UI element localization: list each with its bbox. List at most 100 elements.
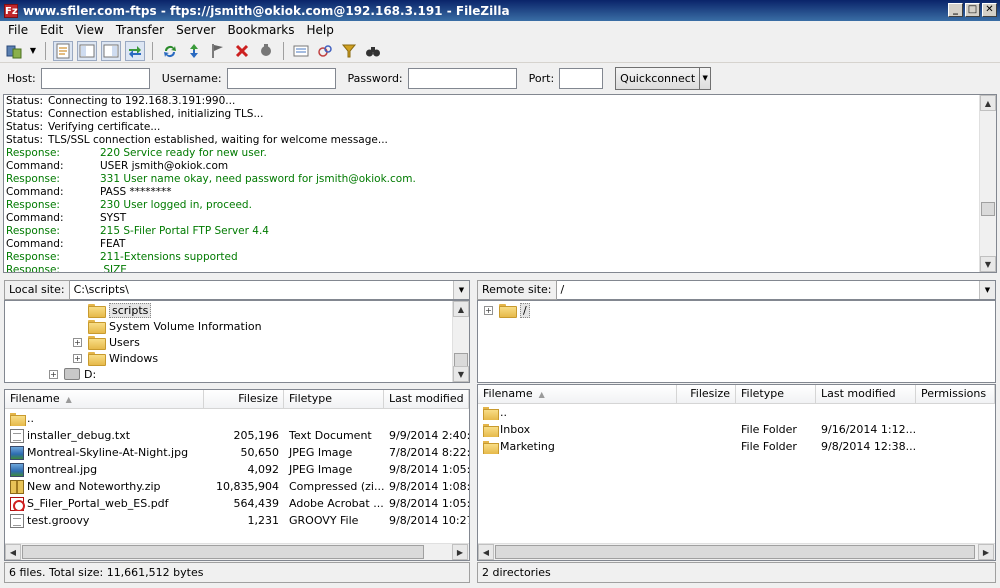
host-input[interactable]	[40, 67, 150, 89]
file-name: Montreal-Skyline-At-Night.jpg	[27, 446, 189, 459]
transfer-queue-icon[interactable]	[125, 40, 145, 61]
file-row[interactable]: Marketing File Folder 9/8/2014 12:38...	[478, 438, 995, 455]
minimize-button[interactable]: _	[948, 3, 963, 17]
process-queue-icon[interactable]	[184, 41, 204, 61]
message-log-icon[interactable]	[53, 40, 73, 61]
remote-tree-icon[interactable]	[101, 40, 121, 61]
toolbar: ▼	[0, 39, 1000, 63]
file-row[interactable]: installer_debug.txt 205,196 Text Document 9…	[5, 427, 469, 444]
scroll-down-icon[interactable]: ▼	[453, 366, 469, 382]
file-row[interactable]: test.groovy 1,231 GROOVY File 9/8/2014 10:2…	[5, 512, 469, 529]
scroll-left-icon[interactable]: ◀	[478, 544, 494, 560]
file-row[interactable]: Montreal-Skyline-At-Night.jpg 50,650 JPEG …	[5, 444, 469, 461]
tree-item[interactable]: System Volume Information	[73, 318, 262, 334]
scrollbar-thumb[interactable]	[981, 202, 995, 216]
column-header-filename[interactable]: Filename ▲	[5, 390, 204, 409]
column-header-last-modified[interactable]: Last modified	[816, 385, 916, 404]
username-input[interactable]	[226, 67, 336, 89]
filter-icon[interactable]	[339, 41, 359, 61]
local-tree-icon[interactable]	[77, 40, 97, 61]
log-type: Status:	[6, 134, 43, 146]
log-line: Response: 230 User logged in, proceed.	[4, 199, 996, 212]
remote-path-combo[interactable]: / ▼	[556, 280, 996, 300]
tree-item[interactable]: scripts	[73, 302, 152, 318]
file-modified-cell: 9/8/2014 1:05:2	[389, 497, 469, 510]
log-message: Verifying certificate...	[48, 121, 161, 133]
refresh-icon[interactable]	[160, 41, 180, 61]
log-line: Status: Verifying certificate...	[4, 121, 996, 134]
local-file-list-hscrollbar[interactable]: ◀ ▶	[5, 543, 469, 560]
scroll-down-icon[interactable]: ▼	[980, 256, 996, 272]
local-tree-scrollbar[interactable]: ▲ ▼	[452, 301, 469, 382]
quickconnect-button[interactable]: Quickconnect	[615, 66, 701, 90]
menu-bookmarks[interactable]: Bookmarks	[221, 23, 300, 37]
expand-icon[interactable]: +	[73, 353, 82, 363]
tree-item-label: D:	[84, 367, 97, 381]
scroll-right-icon[interactable]: ▶	[452, 544, 468, 560]
file-type-cell: Text Document	[289, 429, 372, 442]
expand-icon[interactable]: +	[49, 369, 58, 379]
drive-icon	[64, 368, 80, 380]
column-header-filename[interactable]: Filename ▲	[478, 385, 677, 404]
column-header-filesize[interactable]: Filesize	[677, 385, 736, 404]
close-button[interactable]: ✕	[982, 3, 997, 17]
port-input[interactable]	[559, 67, 604, 89]
scroll-left-icon[interactable]: ◀	[5, 544, 21, 560]
column-header-filetype[interactable]: Filetype	[284, 390, 384, 409]
local-path-combo[interactable]: C:\scripts\ ▼	[69, 280, 470, 300]
disconnect-icon[interactable]	[256, 41, 276, 61]
file-row[interactable]: New and Noteworthy.zip 10,835,904 Compress…	[5, 478, 469, 495]
column-header-filesize[interactable]: Filesize	[204, 390, 284, 409]
menu-file[interactable]: File	[2, 23, 34, 37]
column-header-permissions[interactable]: Permissions	[916, 385, 995, 404]
scrollbar-thumb[interactable]	[454, 353, 468, 367]
column-header-last-modified[interactable]: Last modified	[384, 390, 469, 409]
site-manager-icon[interactable]	[4, 41, 24, 61]
directory-filter-flag-icon[interactable]	[208, 41, 228, 61]
tree-item[interactable]: + Windows	[73, 350, 158, 366]
log-type: Response:	[6, 199, 60, 211]
folder-icon	[88, 352, 106, 366]
chevron-down-icon[interactable]: ▼	[453, 281, 469, 299]
quickconnect-dropdown-icon[interactable]: ▼	[700, 66, 712, 90]
sync-browse-icon[interactable]	[315, 41, 335, 61]
file-name-cell: ..	[478, 406, 677, 420]
file-row[interactable]: ..	[5, 410, 469, 427]
expand-icon[interactable]: +	[73, 337, 82, 347]
file-modified-cell: 9/8/2014 10:27:0	[389, 514, 469, 527]
file-name-cell: montreal.jpg	[5, 462, 204, 477]
column-header-filetype[interactable]: Filetype	[736, 385, 816, 404]
search-binoculars-icon[interactable]	[363, 41, 383, 61]
scroll-up-icon[interactable]: ▲	[980, 95, 996, 111]
tree-item[interactable]: + /	[484, 302, 530, 318]
host-label: Host:	[7, 71, 36, 85]
file-row[interactable]: montreal.jpg 4,092 JPEG Image 9/8/2014 1:05…	[5, 461, 469, 478]
password-input[interactable]	[407, 67, 517, 89]
file-row[interactable]: Inbox File Folder 9/16/2014 1:12...	[478, 421, 995, 438]
scrollbar-thumb[interactable]	[22, 545, 424, 559]
maximize-button[interactable]: □	[965, 3, 980, 17]
menu-help[interactable]: Help	[301, 23, 340, 37]
column-header-label: Filesize	[690, 387, 730, 400]
cancel-icon[interactable]	[232, 41, 252, 61]
remote-file-list-hscrollbar[interactable]: ◀ ▶	[478, 543, 995, 560]
expand-icon[interactable]: +	[484, 305, 493, 315]
scroll-up-icon[interactable]: ▲	[453, 301, 469, 317]
tree-item[interactable]: + Users	[73, 334, 140, 350]
menu-transfer[interactable]: Transfer	[110, 23, 170, 37]
site-manager-dropdown-icon[interactable]: ▼	[28, 41, 38, 61]
file-row[interactable]: ..	[478, 404, 995, 421]
tree-item[interactable]: + D:	[49, 366, 96, 382]
compare-icon[interactable]	[291, 41, 311, 61]
scroll-right-icon[interactable]: ▶	[978, 544, 994, 560]
remote-directory-tree: + /	[477, 300, 996, 383]
log-line: Command: PASS ********	[4, 186, 996, 199]
menu-server[interactable]: Server	[170, 23, 221, 37]
scrollbar-thumb[interactable]	[495, 545, 975, 559]
menu-edit[interactable]: Edit	[34, 23, 69, 37]
chevron-down-icon[interactable]: ▼	[979, 281, 995, 299]
file-row[interactable]: S_Filer_Portal_web_ES.pdf 564,439 Adobe Ac…	[5, 495, 469, 512]
menu-view[interactable]: View	[69, 23, 109, 37]
message-log-scrollbar[interactable]: ▲ ▼	[979, 95, 996, 272]
local-file-list-header: Filename ▲ Filesize Filetype Last modified	[5, 390, 469, 409]
